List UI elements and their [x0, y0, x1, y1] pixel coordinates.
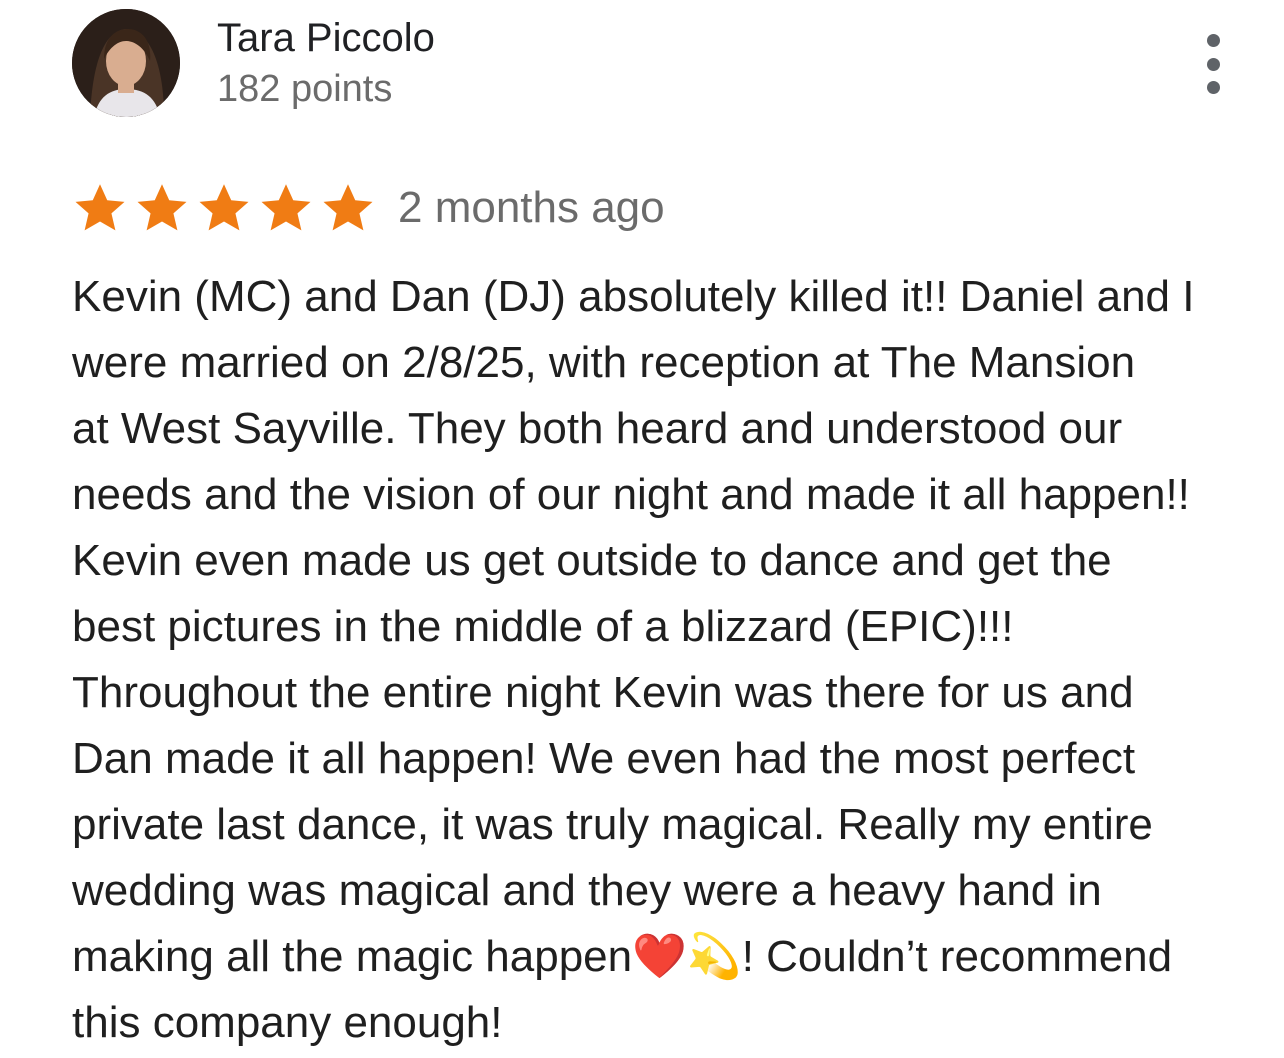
star-icon [261, 184, 311, 231]
star-icon [199, 184, 249, 231]
more-vert-icon-dot [1206, 81, 1220, 94]
star-icon [323, 184, 373, 231]
reviewer-points: 182 points [217, 68, 393, 110]
star-icon [75, 184, 125, 231]
review-date: 2 months ago [398, 183, 665, 232]
rating-row: 2 months ago [72, 178, 665, 238]
star-icon [137, 184, 187, 231]
more-vert-icon [1206, 34, 1220, 47]
star-rating [72, 180, 398, 236]
avatar-image [72, 9, 180, 117]
more-options-button[interactable] [1196, 34, 1230, 94]
avatar[interactable] [72, 9, 180, 117]
reviewer-name[interactable]: Tara Piccolo [217, 14, 435, 62]
review-text: Kevin (MC) and Dan (DJ) absolutely kille… [72, 272, 1195, 1047]
more-vert-icon-dot [1206, 57, 1220, 71]
